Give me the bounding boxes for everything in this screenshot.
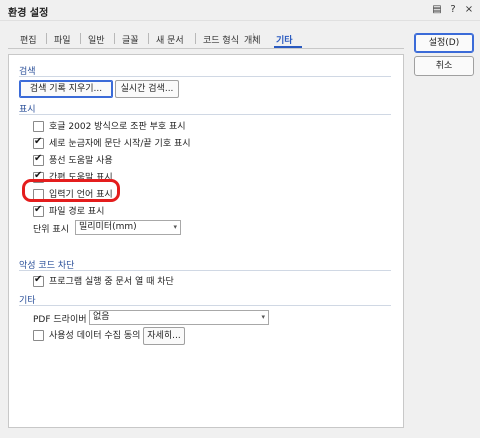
pdf-driver-label: PDF 드라이버 bbox=[33, 315, 87, 325]
tab-general[interactable]: 일반 bbox=[88, 33, 105, 46]
details-button[interactable]: 자세히... bbox=[143, 327, 185, 345]
option-label: 풍선 도움말 사용 bbox=[49, 156, 113, 166]
tab-etc[interactable]: 기타 bbox=[276, 33, 293, 46]
option-label: 세로 눈금자에 문단 시작/끝 기호 표시 bbox=[49, 139, 191, 149]
checkmark-icon: ✔ bbox=[34, 136, 43, 147]
title-bar: 환경 설정 ▤ ? × bbox=[0, 0, 480, 21]
tab-separator bbox=[148, 33, 149, 44]
section-divider bbox=[19, 114, 391, 115]
settings-panel: 검색 검색 기록 지우기... 실시간 검색... 표시 호글 2002 방식으… bbox=[8, 54, 404, 428]
tab-separator bbox=[80, 33, 81, 44]
section-divider bbox=[19, 305, 391, 306]
option-label: 파일 경로 표시 bbox=[49, 207, 105, 217]
pdf-driver-value: 없음 bbox=[93, 312, 110, 322]
cancel-button[interactable]: 취소 bbox=[414, 56, 474, 76]
settings-window: 편집 파일 일반 글꼴 새 문서 코드 형식 기타 개체 검색 검색 기록 지우… bbox=[8, 28, 404, 428]
checkbox[interactable]: ✔ bbox=[33, 274, 44, 287]
tab-separator bbox=[114, 33, 115, 44]
unit-label: 단위 표시 bbox=[33, 225, 69, 235]
live-search-button[interactable]: 실시간 검색... bbox=[115, 80, 179, 98]
section-divider bbox=[19, 76, 391, 77]
checkmark-icon: ✔ bbox=[34, 274, 43, 285]
close-button[interactable]: × bbox=[462, 3, 476, 17]
tab-code-format[interactable]: 코드 형식 bbox=[203, 33, 239, 46]
checkmark-icon: ✔ bbox=[34, 204, 43, 215]
chevron-down-icon: ▾ bbox=[173, 223, 177, 231]
tab-bar: 편집 파일 일반 글꼴 새 문서 코드 형식 기타 개체 bbox=[8, 28, 404, 49]
clear-search-history-button[interactable]: 검색 기록 지우기... bbox=[19, 80, 113, 98]
option-label: 프로그램 실행 중 문서 열 때 차단 bbox=[49, 277, 174, 287]
checkbox[interactable] bbox=[33, 330, 44, 341]
checkbox[interactable]: ✔ bbox=[33, 204, 44, 217]
option-label: 호글 2002 방식으로 조판 부호 표시 bbox=[49, 122, 186, 132]
pdf-driver-select[interactable]: 없음 ▾ bbox=[89, 310, 269, 325]
option-label: 사용성 데이터 수집 동의 bbox=[49, 331, 141, 341]
tip-icon[interactable]: ▤ bbox=[430, 3, 444, 17]
tab-object[interactable]: 개체 bbox=[244, 33, 261, 46]
ok-button[interactable]: 설정(D) bbox=[414, 33, 474, 53]
checkbox[interactable]: ✔ bbox=[33, 136, 44, 149]
checkmark-icon: ✔ bbox=[34, 153, 43, 164]
tab-file[interactable]: 파일 bbox=[54, 33, 71, 46]
checkbox[interactable]: ✔ bbox=[33, 153, 44, 166]
tab-separator bbox=[195, 33, 196, 44]
tab-font[interactable]: 글꼴 bbox=[122, 33, 139, 46]
section-divider bbox=[19, 270, 391, 271]
help-button[interactable]: ? bbox=[446, 3, 460, 17]
tab-edit[interactable]: 편집 bbox=[20, 33, 37, 46]
tab-separator bbox=[46, 33, 47, 44]
chevron-down-icon: ▾ bbox=[261, 313, 265, 321]
active-tab-indicator bbox=[274, 46, 302, 48]
window-title: 환경 설정 bbox=[8, 8, 49, 19]
unit-select[interactable]: 밀리미터(mm) ▾ bbox=[75, 220, 181, 235]
unit-select-value: 밀리미터(mm) bbox=[79, 222, 137, 232]
tab-new-document[interactable]: 새 문서 bbox=[156, 33, 184, 46]
red-highlight-annotation bbox=[22, 179, 120, 202]
checkbox[interactable] bbox=[33, 121, 44, 132]
